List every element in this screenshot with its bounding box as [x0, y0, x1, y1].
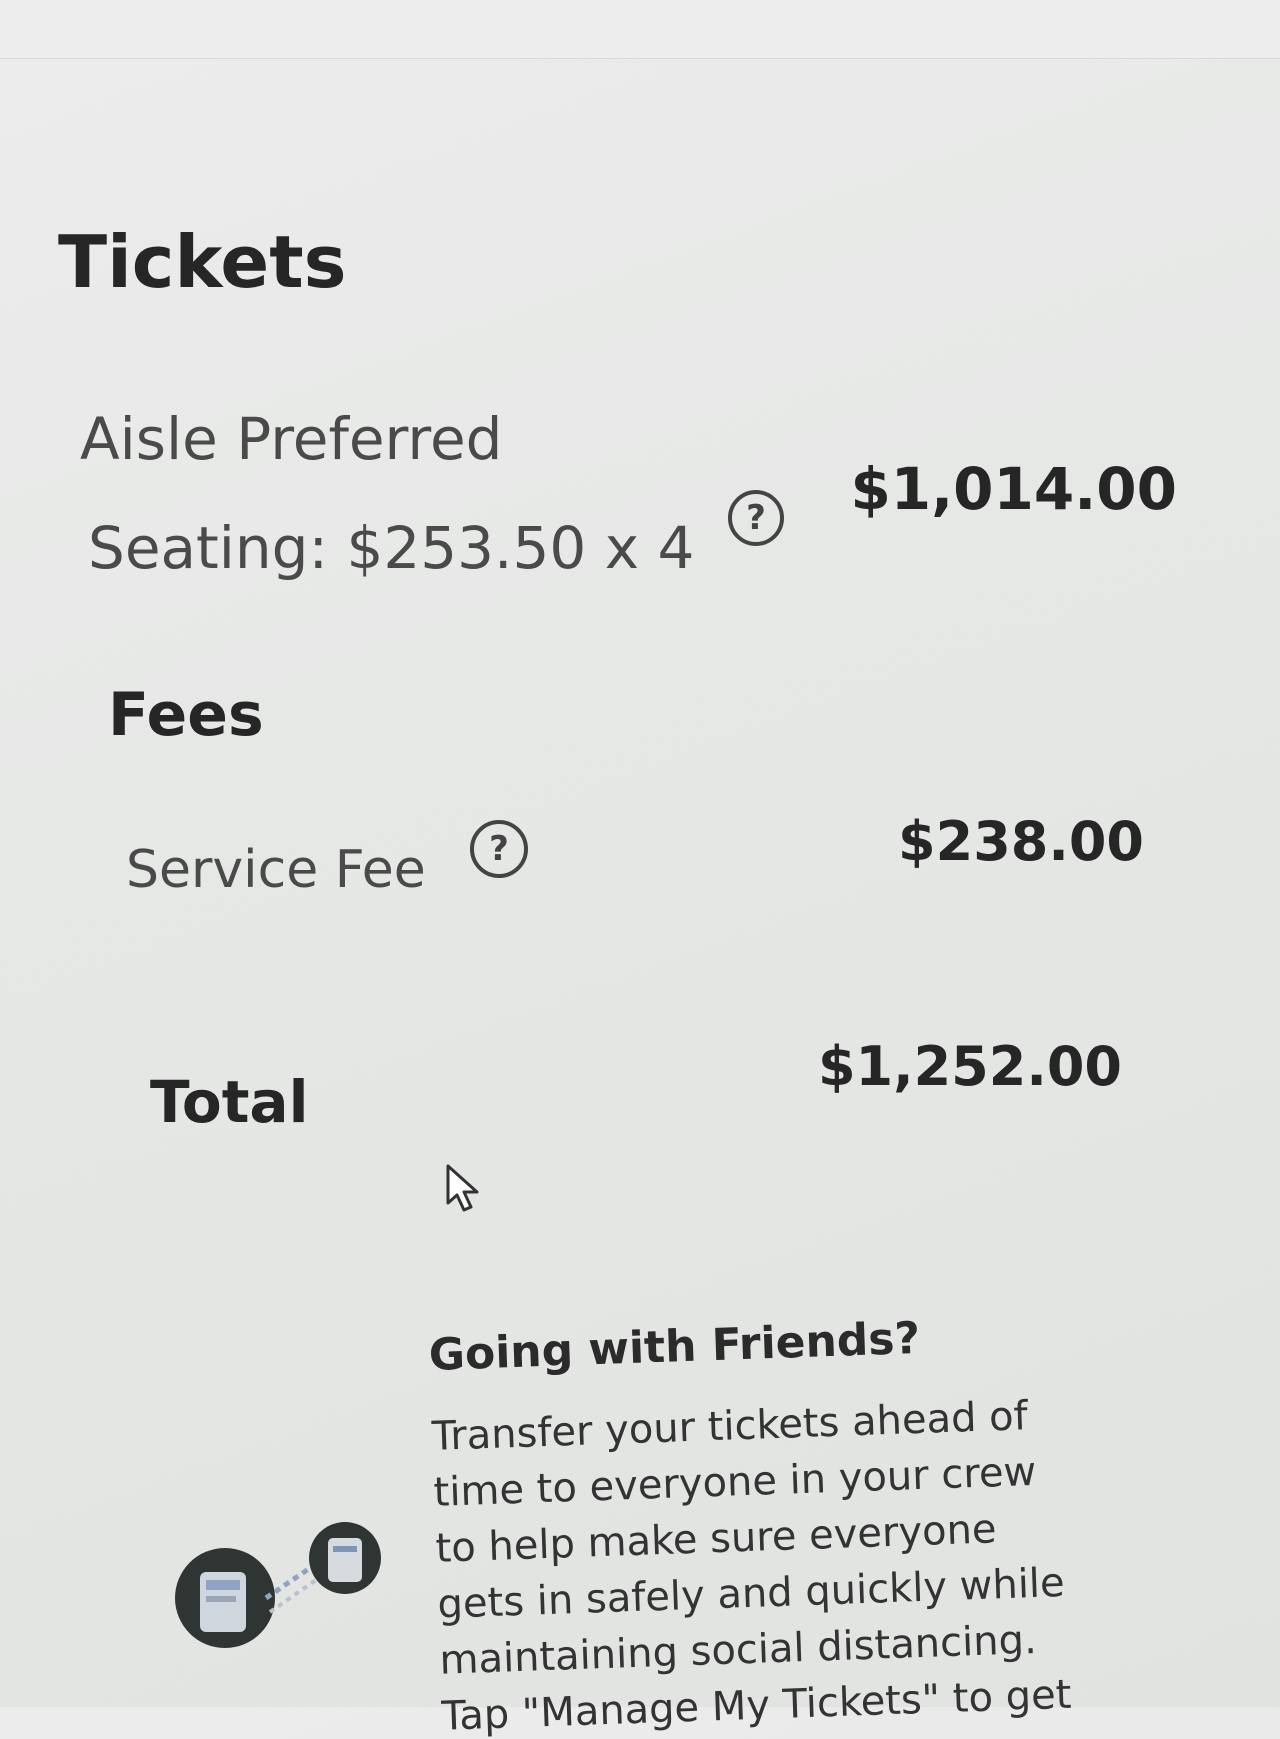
ticket-type-label: Aisle Preferred: [80, 405, 503, 473]
ticket-help-icon[interactable]: ?: [728, 490, 784, 546]
mouse-pointer-icon: [446, 1164, 479, 1212]
service-fee-help-icon[interactable]: ?: [470, 820, 528, 878]
service-fee-amount: $238.00: [898, 810, 1144, 873]
total-label: Total: [150, 1068, 309, 1136]
fees-heading: Fees: [108, 680, 264, 750]
top-bar: [0, 0, 1280, 59]
phone-transfer-icon: [175, 1522, 381, 1648]
tickets-heading: Tickets: [58, 220, 347, 304]
promo-body: Transfer your tickets ahead of time to e…: [430, 1393, 1073, 1739]
service-fee-label: Service Fee: [126, 840, 426, 900]
total-amount: $1,252.00: [817, 1035, 1122, 1098]
ticket-subtotal: $1,014.00: [850, 455, 1177, 523]
friends-transfer-promo: Going with Friends? Transfer your ticket…: [428, 1306, 1142, 1739]
order-summary-page: Tickets Aisle Preferred Seating: $253.50…: [0, 0, 1280, 1739]
promo-title: Going with Friends?: [428, 1312, 921, 1381]
ticket-seating-price: Seating: $253.50 x 4: [88, 514, 695, 582]
